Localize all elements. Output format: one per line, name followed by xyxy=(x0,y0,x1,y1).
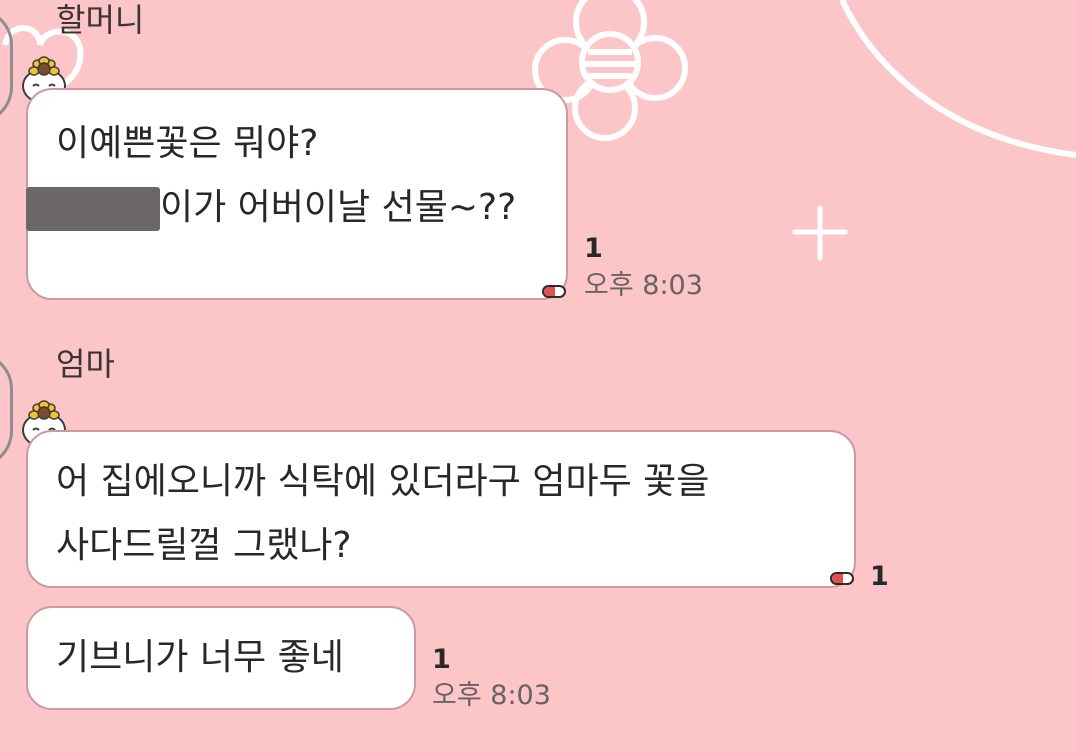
message-text-line-with-redaction: 이가 어버이날 선물~?? xyxy=(26,176,538,240)
chat-room: 할머니 이예쁜꽃은 뭐야? 이가 어버이날 선물~?? 1 오후 8:03 엄마 xyxy=(0,0,1076,752)
unread-count: 1 xyxy=(584,233,603,264)
message-time: 오후 8:03 xyxy=(432,680,551,711)
message-bubble[interactable]: 이예쁜꽃은 뭐야? 이가 어버이날 선물~?? xyxy=(26,88,568,300)
redacted-name xyxy=(26,187,160,231)
big-circle-decoration-icon xyxy=(839,0,1076,158)
message-text-line: 이예쁜꽃은 뭐야? xyxy=(56,123,319,164)
plus-sparkle-icon xyxy=(792,205,848,261)
unread-count: 1 xyxy=(870,561,889,592)
unread-count: 1 xyxy=(432,644,451,675)
profile-avatar[interactable] xyxy=(0,8,13,124)
read-indicator-pill-icon xyxy=(542,285,566,298)
message-text-line: 어 집에오니까 식탁에 있더라구 엄마두 꽃을 xyxy=(56,461,710,502)
message-text: 이가 어버이날 선물~?? xyxy=(160,187,517,228)
message-bubble[interactable]: 어 집에오니까 식탁에 있더라구 엄마두 꽃을 사다드릴껄 그랬나? xyxy=(26,430,856,588)
profile-avatar[interactable] xyxy=(0,352,13,468)
message-time: 오후 8:03 xyxy=(584,270,703,301)
message-text-line: 기브니가 너무 좋네 xyxy=(56,637,344,678)
sender-name: 할머니 xyxy=(56,1,145,39)
message-text-line: 사다드릴껄 그랬나? xyxy=(56,525,352,566)
read-indicator-pill-icon xyxy=(830,572,854,585)
message-bubble[interactable]: 기브니가 너무 좋네 xyxy=(26,606,416,710)
sender-name: 엄마 xyxy=(56,345,115,383)
